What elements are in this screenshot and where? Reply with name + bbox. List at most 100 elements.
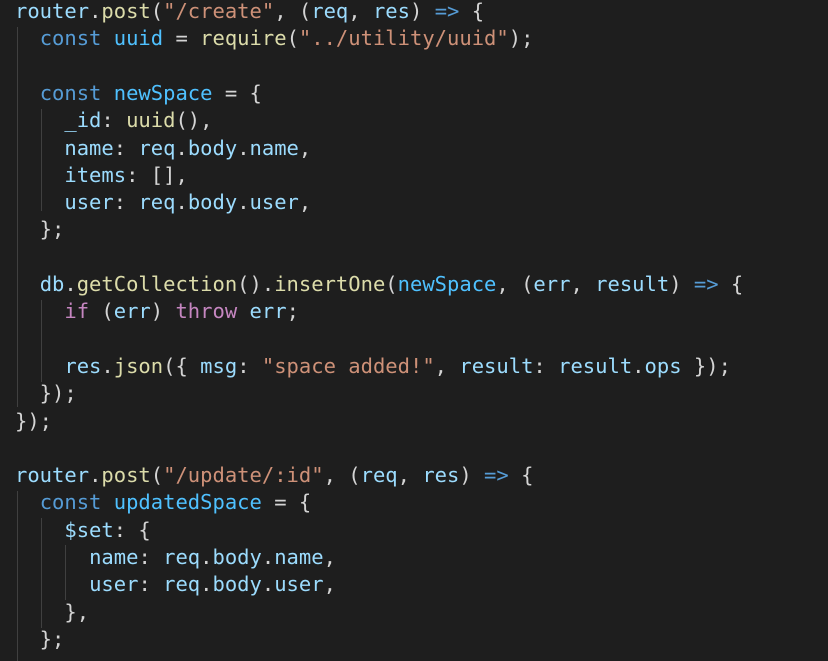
code-line[interactable]: if (err) throw err; [15, 298, 299, 325]
code-token: . [89, 463, 102, 488]
code-token: "space added!" [261, 353, 435, 378]
code-token: }, [15, 599, 90, 624]
code-token: }); [15, 408, 53, 433]
code-token: }); [681, 353, 731, 378]
code-token: ops [644, 353, 682, 378]
code-token: post [101, 463, 151, 488]
code-token: (), [175, 108, 213, 133]
code-token: req [311, 0, 349, 23]
code-editor[interactable]: router.post("/create", (req, res) => { c… [0, 0, 828, 661]
code-token: { [718, 272, 744, 296]
code-token: { [459, 0, 485, 23]
code-token: _id [64, 108, 102, 133]
code-line[interactable]: user: req.body.user, [15, 189, 311, 216]
code-line[interactable]: }; [15, 216, 65, 243]
code-token: . [200, 545, 213, 569]
code-line[interactable]: $set: { [15, 517, 150, 544]
code-line[interactable]: router.post("/update/:id", (req, res) =>… [15, 462, 533, 489]
code-token: ( [150, 463, 164, 488]
code-line[interactable]: name: req.body.name, [15, 544, 336, 571]
code-token: (). [237, 272, 275, 296]
code-token: req [163, 572, 201, 597]
code-token: newSpace [113, 80, 213, 105]
code-line[interactable]: db.getCollection().insertOne(newSpace, (… [15, 271, 744, 298]
code-token: => [484, 463, 509, 488]
code-token: err [113, 299, 151, 324]
code-token: }; [15, 626, 65, 651]
code-line[interactable]: }; [15, 626, 65, 653]
code-token: body [187, 135, 238, 160]
code-token: . [237, 135, 250, 160]
code-token: => [693, 272, 719, 296]
code-token: name [274, 545, 324, 569]
code-token: . [89, 0, 102, 23]
code-line[interactable]: name: req.body.name, [15, 135, 311, 162]
code-token: , ( [323, 463, 361, 488]
code-token: ) [459, 463, 485, 488]
code-token: throw [175, 299, 238, 324]
code-token: : [], [126, 162, 188, 187]
code-token: "../utility/uuid" [298, 26, 509, 51]
code-token: user [89, 572, 139, 597]
code-line[interactable]: router.post("/create", (req, res) => { [15, 0, 484, 25]
code-token: : [138, 545, 164, 569]
code-token: const [39, 80, 102, 105]
code-token: . [64, 272, 77, 296]
code-token: name [64, 135, 114, 160]
code-line[interactable]: res.json({ msg: "space added!", result: … [15, 353, 731, 380]
code-token: : [138, 572, 164, 597]
code-token: router [15, 463, 90, 488]
code-token: ({ [163, 353, 201, 378]
code-line[interactable]: _id: uuid(), [15, 107, 213, 134]
code-token: ) [410, 0, 435, 23]
code-token: updatedSpace [113, 490, 262, 515]
code-token: ( [150, 0, 164, 23]
code-token: db [39, 272, 65, 296]
code-line[interactable]: const uuid = require("../utility/uuid"); [15, 25, 534, 52]
code-token: res [64, 353, 102, 378]
code-token: name [89, 545, 139, 569]
code-line[interactable]: const updatedSpace = { [15, 489, 312, 516]
code-token: $set [64, 517, 114, 542]
code-line[interactable]: items: [], [15, 162, 188, 189]
code-token: err [249, 299, 287, 324]
code-line[interactable]: }, [15, 599, 89, 626]
code-line[interactable]: user: req.body.user, [15, 571, 336, 598]
code-token: items [64, 162, 127, 187]
code-token: , [298, 190, 312, 215]
code-token: result [558, 353, 633, 378]
code-token: . [200, 572, 213, 597]
code-token: getCollection [76, 272, 238, 296]
code-token: . [175, 135, 188, 160]
code-token: ( [89, 299, 114, 324]
code-token: req [360, 463, 398, 488]
code-token: res [372, 0, 410, 23]
code-token: : [533, 353, 559, 378]
code-line[interactable]: }); [15, 380, 77, 407]
code-token: . [175, 190, 188, 215]
code-line[interactable]: }); [15, 408, 52, 435]
code-token: , [570, 272, 596, 296]
code-token: user [249, 190, 299, 215]
code-line[interactable]: const newSpace = { [15, 80, 262, 107]
code-token: ) [669, 272, 694, 296]
code-token: => [434, 0, 460, 23]
code-token: . [261, 572, 275, 597]
code-token: : [237, 353, 262, 378]
code-token: res [422, 463, 460, 488]
